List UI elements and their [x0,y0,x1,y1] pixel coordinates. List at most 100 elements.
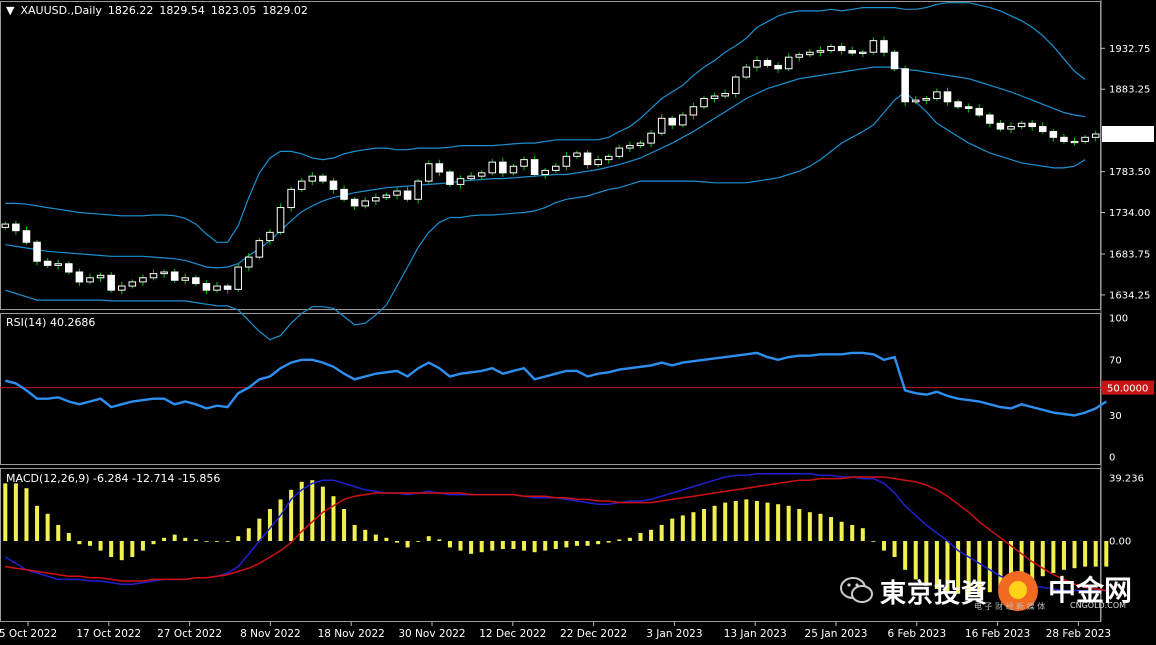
candle-body [446,171,454,185]
candle-body [202,283,211,291]
macd-histogram-bar [267,509,272,541]
candle-body [213,285,221,291]
macd-histogram-bar [56,525,61,541]
candle-body [710,95,719,99]
macd-histogram-bar [850,525,855,541]
candle-body [933,91,941,99]
candle-body [245,256,253,268]
macd-histogram-bar [363,529,368,541]
candle-body [922,97,931,101]
macd-histogram-bar [606,541,611,543]
wechat-icon [840,575,874,605]
candle-body [96,274,105,279]
rsi-tick-label: 100 [1109,314,1128,325]
candle-body [700,97,708,108]
macd-histogram-bar [1072,541,1077,569]
candle-body [520,159,528,167]
rsi-header: RSI(14) 40.2686 [6,316,96,329]
candle-body [456,178,465,185]
candle-body [424,163,433,182]
macd-histogram-bar [331,496,336,541]
candle-body [975,107,984,116]
macd-tick-label: 39.236 [1109,474,1144,485]
ohlc-open: 1826.22 [107,4,154,17]
symbol-name[interactable]: XAUUSD.,Daily [20,4,101,17]
candle-body [435,163,444,173]
x-tick-label: 22 Dec 2022 [560,628,627,640]
x-tick-label: 16 Feb 2023 [965,628,1030,640]
macd-histogram-bar [649,529,654,541]
candle-body [255,240,264,258]
candle-body [594,159,602,166]
x-tick-label: 6 Feb 2023 [887,628,946,640]
x-tick-label: 5 Oct 2022 [0,628,57,640]
x-tick-label: 18 Nov 2022 [318,628,385,640]
candle-body [403,190,412,200]
candle-body [604,155,613,161]
watermark: 東京投資 中金网 CNGOLD.COM 电 子 财 经 新 媒 体 [838,567,1148,617]
candle-body [170,271,179,281]
price-chart[interactable]: 1932.75 1883.25 1783.50 1734.00 1683.75 1634.… [0,0,1156,645]
x-tick-label: 30 Nov 2022 [398,628,465,640]
candle-body [986,114,994,124]
macd-histogram-bar [151,541,156,545]
price-tick-label: 1734.00 [1109,208,1150,219]
candle-body [297,180,306,190]
candle-body [350,198,359,207]
candle-body [488,161,497,174]
macd-histogram-bar [458,541,463,551]
candle-body [869,40,878,53]
macd-histogram-bar [310,480,315,541]
candle-body [1017,122,1026,128]
macd-histogram-bar [384,537,389,541]
candle-body [943,91,952,103]
macd-histogram-bar [807,512,812,541]
macd-histogram-bar [172,534,177,541]
price-tick-label: 1683.75 [1109,250,1150,261]
x-tick-label: 17 Oct 2022 [76,628,141,640]
macd-histogram-bar [1093,541,1098,567]
candle-body [753,59,761,68]
candle-body [192,277,200,285]
macd-histogram-bar [627,537,632,541]
macd-histogram-bar [881,541,886,551]
price-tick-label: 1883.25 [1109,85,1150,96]
macd-histogram-bar [818,513,823,541]
candle-body [414,180,422,200]
rsi-tick-label: 0 [1109,453,1115,464]
candle-body [1028,122,1036,128]
watermark-brand: 東京投資 [880,579,989,609]
candle-body [742,66,751,78]
symbol-dropdown-icon[interactable]: ▼ [6,4,14,17]
candle-body [276,207,285,233]
candle-body [223,285,232,290]
candle-body [530,159,539,176]
macd-histogram-bar [522,541,527,551]
x-tick-label: 12 Dec 2022 [479,628,546,640]
macd-histogram-bar [130,541,135,557]
candle-body [266,231,274,242]
price-tick-label: 1783.50 [1109,167,1150,178]
macd-histogram-bar [839,521,844,541]
macd-histogram-bar [342,509,347,541]
candle-body [117,285,126,291]
candle-body [668,117,677,126]
candle-body [329,180,338,190]
candle-body [626,145,634,149]
macd-histogram-bar [596,541,601,545]
candle-body [721,93,729,97]
candle-body [128,281,137,287]
rsi-line [5,351,1107,417]
candle-body [848,50,856,54]
pane-frame-0 [0,1,1101,310]
macd-histogram-bar [193,539,198,541]
macd-histogram-bar [585,541,590,546]
candle-body [1091,133,1100,138]
macd-histogram-bar [786,505,791,541]
candle-body [689,106,698,116]
candle-body [12,223,20,232]
macd-histogram-bar [670,518,675,541]
macd-histogram-bar [680,515,685,541]
watermark-site: CNGOLD.COM [1070,601,1127,610]
candle-body [1007,126,1015,130]
